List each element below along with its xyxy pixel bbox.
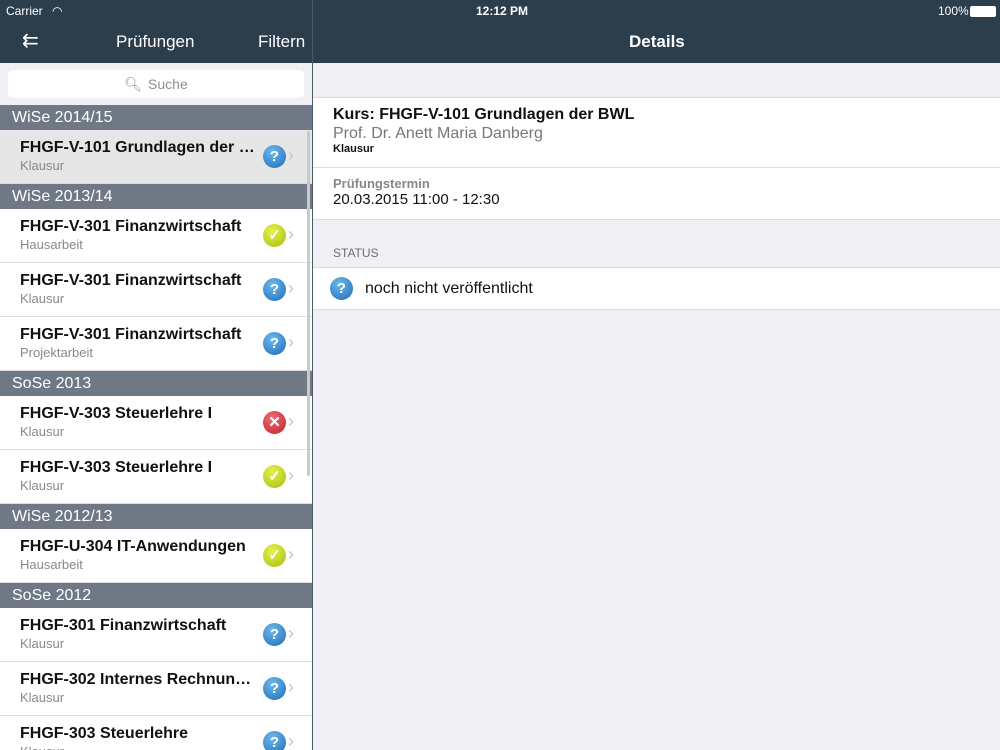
exam-title: FHGF-V-301 Finanzwirtschaft [20, 272, 242, 289]
status-header: STATUS [333, 246, 379, 260]
chevron-right-icon: › [288, 465, 294, 485]
exam-type: Klausur [20, 744, 64, 750]
exam-title: FHGF-303 Steuerlehre [20, 725, 189, 742]
lecturer: Prof. Dr. Anett Maria Danberg [333, 125, 543, 142]
clock: 12:12 PM [476, 4, 529, 18]
chevron-right-icon: › [288, 731, 294, 750]
chevron-right-icon: › [288, 544, 294, 564]
cross-icon: ✕ [263, 411, 286, 434]
exam-row[interactable]: FHGF-U-304 IT-Anwendungen Hausarbeit ✓ › [0, 529, 312, 583]
carrier-label: Carrier [6, 4, 43, 18]
chevron-right-icon: › [288, 332, 294, 352]
exam-title: FHGF-V-101 Grundlagen der BWL [20, 139, 255, 156]
chevron-right-icon: › [288, 224, 294, 244]
scrollbar[interactable] [307, 131, 310, 476]
split-divider [312, 0, 313, 750]
chevron-right-icon: › [288, 411, 294, 431]
question-icon: ? [263, 332, 286, 355]
question-icon: ? [263, 278, 286, 301]
exam-type: Hausarbeit [20, 557, 83, 572]
exam-title: FHGF-301 Finanzwirtschaft [20, 617, 227, 634]
chevron-right-icon: › [288, 145, 294, 165]
check-icon: ✓ [263, 465, 286, 488]
check-icon: ✓ [263, 544, 286, 567]
chevron-right-icon: › [288, 623, 294, 643]
question-icon: ? [330, 277, 353, 300]
wifi-icon: ◠ [52, 4, 63, 18]
section-header: WiSe 2014/15 [0, 105, 312, 130]
question-icon: ? [263, 623, 286, 646]
section-header: WiSe 2012/13 [0, 504, 312, 529]
exam-row[interactable]: FHGF-303 Steuerlehre Klausur?› [0, 716, 312, 750]
exam-type: Klausur [20, 158, 65, 173]
exam-row[interactable]: FHGF-V-301 Finanzwirtschaft Klausur? › [0, 263, 312, 317]
sidebar-toggle-icon[interactable]: ⇇ [22, 28, 39, 53]
exam-list: 🔍︎ Suche WiSe 2014/15 FHGF-V-101 Grundlag… [0, 63, 312, 750]
exam-title: FHGF-V-301 Finanzwirtschaft [20, 326, 242, 343]
section-header: WiSe 2013/14 [0, 184, 312, 209]
check-icon: ✓ [263, 224, 286, 247]
section-header: SoSe 2012 [0, 583, 312, 608]
exam-title: FHGF-V-303 Steuerlehre I [20, 405, 213, 422]
exam-type: Klausur [333, 143, 374, 155]
master-title: Prüfungen [116, 32, 195, 51]
exam-type: Hausarbeit [20, 237, 83, 252]
search-input[interactable]: 🔍︎ Suche [8, 70, 304, 98]
question-icon: ? [263, 677, 286, 700]
battery-icon [970, 6, 996, 17]
navigation-bar: Carrier ◠ 12:12 PM 100% ⇇ Prüfungen Filt… [0, 0, 1000, 63]
exam-title: FHGF-V-301 Finanzwirtschaft [20, 218, 242, 235]
exam-row[interactable]: FHGF-V-301 Finanzwirtschaft Hausarbeit ✓ › [0, 209, 312, 263]
exam-date: Prüfungstermin 20.03.2015 11:00 - 12:30 [313, 168, 1000, 220]
exam-row[interactable]: FHGF-V-101 Grundlagen der BWL Klausur? › [0, 130, 312, 184]
search-bar: 🔍︎ Suche [0, 63, 312, 105]
date-label: Prüfungstermin [333, 176, 430, 191]
battery-label: 100% [938, 4, 969, 18]
exam-row[interactable]: FHGF-V-303 Steuerlehre I Klausur ✓ › [0, 450, 312, 504]
detail-pane: Kurs: FHGF-V-101 Grundlagen der BWL Prof… [313, 63, 1000, 750]
exam-title: FHGF-302 Internes Rechnungswesen [20, 671, 255, 688]
exam-title: FHGF-U-304 IT-Anwendungen [20, 538, 246, 555]
chevron-right-icon: › [288, 278, 294, 298]
exam-row[interactable]: FHGF-V-301 Finanzwirtschaft Projektarbeit… [0, 317, 312, 371]
status-text: noch nicht veröffentlicht [365, 280, 533, 297]
question-icon: ? [263, 731, 286, 750]
course-info: Kurs: FHGF-V-101 Grundlagen der BWL Prof… [313, 97, 1000, 168]
exam-row[interactable]: FHGF-301 Finanzwirtschaft Klausur? › [0, 608, 312, 662]
exam-type: Klausur [20, 690, 65, 705]
date-value: 20.03.2015 11:00 - 12:30 [333, 191, 500, 208]
exam-type: Projektarbeit [20, 345, 93, 360]
search-icon: 🔍︎ [124, 75, 143, 92]
exam-type: Klausur [20, 636, 65, 651]
exam-type: Klausur [20, 478, 65, 493]
question-icon: ? [263, 145, 286, 168]
section-header: SoSe 2013 [0, 371, 312, 396]
exam-type: Klausur [20, 424, 65, 439]
chevron-right-icon: › [288, 677, 294, 697]
exam-row[interactable]: FHGF-V-303 Steuerlehre I Klausur ✕ › [0, 396, 312, 450]
exam-type: Klausur [20, 291, 65, 306]
course-title: Kurs: FHGF-V-101 Grundlagen der BWL [333, 106, 635, 123]
search-placeholder: Suche [148, 76, 188, 92]
status-row: ? noch nicht veröffentlicht [313, 267, 1000, 310]
filter-button[interactable]: Filtern [258, 32, 305, 52]
exam-title: FHGF-V-303 Steuerlehre I [20, 459, 213, 476]
exam-row[interactable]: FHGF-302 Internes Rechnungswesen Klausur?… [0, 662, 312, 716]
detail-title: Details [629, 32, 685, 51]
